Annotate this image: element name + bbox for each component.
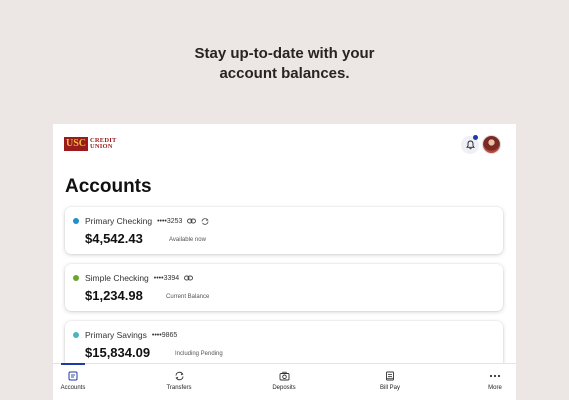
- tab-label: Transfers: [166, 385, 192, 391]
- account-name: Simple Checking: [85, 273, 149, 283]
- balance-note: Current Balance: [166, 294, 210, 300]
- account-status-dot: [73, 218, 79, 224]
- camera-icon: [279, 368, 290, 384]
- account-status-dot: [73, 332, 79, 338]
- account-name-row: Primary Checking ••••3253: [85, 216, 209, 226]
- bell-icon: [465, 140, 475, 150]
- account-mask: ••••3253: [157, 217, 183, 225]
- tab-accounts[interactable]: Accounts: [53, 363, 103, 400]
- notification-badge: [473, 135, 478, 140]
- marketing-headline: Stay up-to-date with your account balanc…: [0, 44, 569, 84]
- account-card[interactable]: Simple Checking ••••3394 $1,234.98 Current …: [65, 264, 503, 311]
- link-icon: [184, 275, 194, 281]
- tab-transfers[interactable]: Transfers: [149, 364, 209, 400]
- account-balance: $1,234.98: [85, 288, 143, 303]
- balance-note: Including Pending: [175, 351, 223, 357]
- top-bar: USC CREDIT UNION: [53, 124, 516, 166]
- bottom-tab-bar: Accounts Transfers Deposits Bill Pay More: [53, 363, 516, 400]
- transfer-icon: [174, 368, 185, 384]
- tab-bill-pay[interactable]: Bill Pay: [360, 364, 420, 400]
- balance-note: Available now: [169, 237, 206, 243]
- logo-text: CREDIT UNION: [90, 137, 116, 151]
- logo-line-2: UNION: [90, 143, 113, 150]
- tab-label: Accounts: [60, 385, 86, 391]
- avatar[interactable]: [482, 135, 501, 154]
- headline-line-1: Stay up-to-date with your: [194, 45, 375, 62]
- account-card[interactable]: Primary Checking ••••3253 $4,542.43 Availab…: [65, 207, 503, 254]
- account-mask: ••••9865: [151, 331, 178, 339]
- account-mask: ••••3394: [153, 274, 180, 282]
- headline-line-2: account balances.: [219, 65, 350, 82]
- sync-icon: [201, 217, 209, 225]
- bill-icon: [385, 368, 395, 384]
- app-screen: USC CREDIT UNION Accounts Primary Checki…: [53, 124, 516, 400]
- more-icon: [489, 368, 501, 384]
- tab-deposits[interactable]: Deposits: [254, 364, 314, 400]
- account-name: Primary Checking: [85, 216, 153, 226]
- account-name-row: Primary Savings ••••9865: [85, 330, 177, 340]
- account-status-dot: [73, 275, 79, 281]
- account-balance: $4,542.43: [85, 231, 143, 246]
- account-balance: $15,834.09: [85, 345, 151, 360]
- page-title: Accounts: [65, 176, 152, 197]
- tab-more[interactable]: More: [465, 364, 516, 400]
- logo-mark: USC: [64, 137, 89, 151]
- credit-union-logo: USC CREDIT UNION: [64, 136, 117, 152]
- tab-label: Deposits: [272, 385, 296, 391]
- account-card[interactable]: Primary Savings ••••9865 $15,834.09 Includi…: [65, 321, 503, 368]
- tab-label: Bill Pay: [379, 385, 400, 391]
- account-name: Primary Savings: [85, 330, 147, 340]
- accounts-icon: [68, 368, 78, 384]
- link-icon: [187, 218, 197, 224]
- tab-label: More: [488, 385, 502, 391]
- account-name-row: Simple Checking ••••3394: [85, 273, 194, 283]
